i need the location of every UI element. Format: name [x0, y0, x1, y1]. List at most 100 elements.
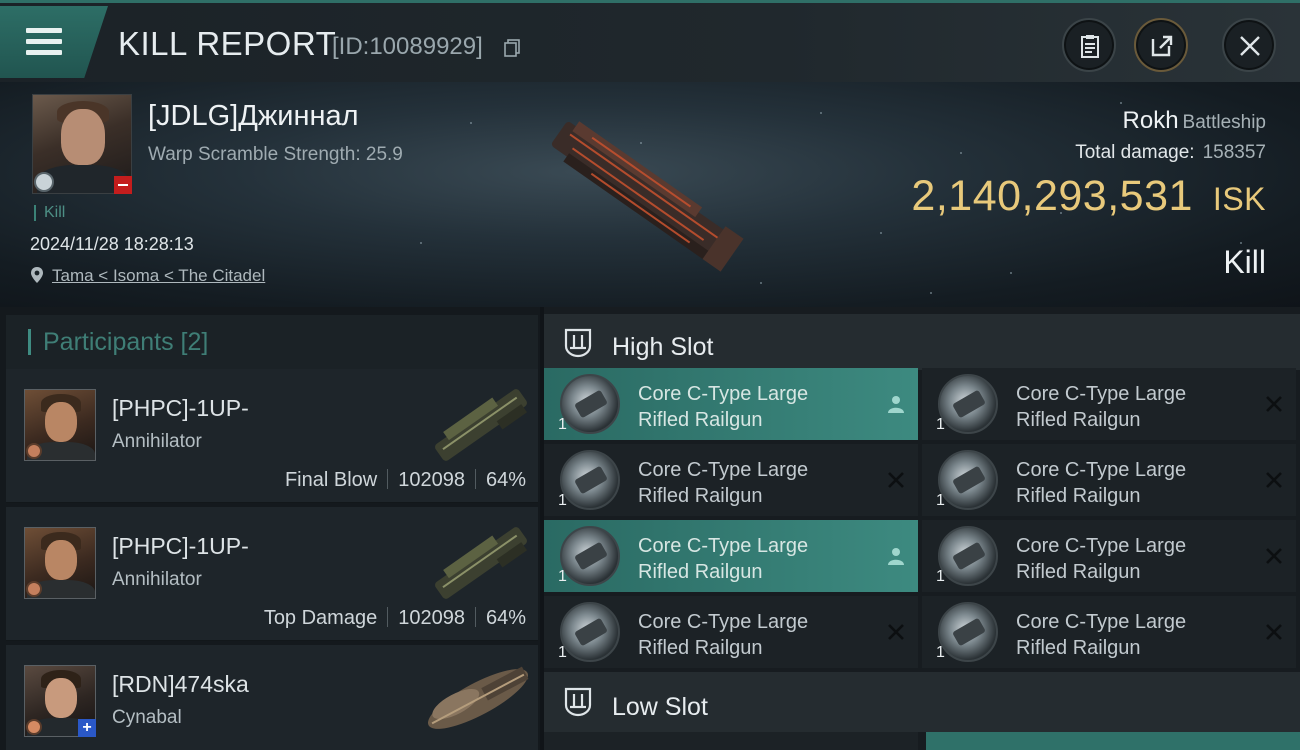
- high-slot-header[interactable]: High Slot: [544, 314, 1300, 370]
- railgun-icon: [560, 450, 620, 510]
- module-quantity: 1: [558, 492, 567, 509]
- total-damage-value: 158357: [1202, 142, 1266, 163]
- module-quantity: 1: [936, 492, 945, 509]
- share-button[interactable]: [1134, 18, 1188, 72]
- close-button[interactable]: [1222, 18, 1276, 72]
- hamburger-icon-bar: [26, 50, 62, 55]
- low-slot-header[interactable]: Low Slot: [544, 672, 1300, 732]
- victim-banner: [JDLG]Джиннал Warp Scramble Strength: 25…: [0, 82, 1300, 307]
- victim-ship[interactable]: Rokh Battleship: [1123, 107, 1266, 135]
- low-slot-label: Low Slot: [612, 693, 708, 721]
- module-name-line2: Rifled Railgun: [638, 561, 763, 583]
- participant-name: [PHPC]-1UP-: [112, 533, 249, 559]
- kill-tag: Kill: [34, 205, 65, 221]
- destroyed-x-icon: [1266, 396, 1282, 412]
- kill-location[interactable]: Tama < Isoma < The Citadel: [30, 266, 265, 286]
- module-name-line1: Core C-Type Large: [1016, 459, 1187, 481]
- participant-ship: Annihilator: [112, 569, 202, 590]
- participant-card[interactable]: + [RDN]474ska Cynabal: [6, 645, 538, 750]
- module-name-line2: Rifled Railgun: [638, 485, 763, 507]
- railgun-icon: [560, 526, 620, 586]
- share-icon: [1151, 35, 1173, 57]
- participant-ship-image: [435, 527, 528, 599]
- module-name-line2: Rifled Railgun: [1016, 485, 1141, 507]
- plus-badge-icon: +: [78, 719, 96, 737]
- low-slot-module-partial[interactable]: [544, 732, 918, 750]
- module-name-line1: Core C-Type Large: [1016, 383, 1187, 405]
- module-name-line1: Core C-Type Large: [638, 459, 809, 481]
- dropped-person-icon: [888, 396, 904, 413]
- module-quantity: 1: [558, 568, 567, 585]
- menu-button[interactable]: [0, 6, 108, 78]
- portrait-face: [61, 109, 105, 165]
- isk-value: 2,140,293,531 ISK: [911, 172, 1266, 221]
- high-slot-label: High Slot: [612, 333, 714, 361]
- total-damage: Total damage: 158357: [1075, 142, 1266, 164]
- module-slot[interactable]: 1 Core C-Type Large Rifled Railgun: [922, 368, 1296, 440]
- hamburger-icon: [26, 28, 62, 33]
- module-slot[interactable]: 1 Core C-Type Large Rifled Railgun: [922, 520, 1296, 592]
- participant-stats: Final Blow 102098 64%: [285, 469, 526, 492]
- victim-name[interactable]: [JDLG]Джиннал: [148, 100, 359, 133]
- module-slot[interactable]: 1 Core C-Type Large Rifled Railgun: [544, 520, 918, 592]
- module-name: Core C-Type Large Rifled Railgun: [638, 381, 808, 433]
- location-pin-icon: [31, 267, 43, 283]
- module-name-line2: Rifled Railgun: [638, 409, 763, 431]
- destroyed-x-icon: [888, 624, 904, 640]
- module-slot[interactable]: 1 Core C-Type Large Rifled Railgun: [544, 368, 918, 440]
- victim-ship-image: [551, 121, 744, 272]
- module-name-line1: Core C-Type Large: [638, 383, 809, 405]
- low-slot-module-partial[interactable]: [926, 732, 1300, 750]
- clipboard-button[interactable]: [1062, 18, 1116, 72]
- high-slot-icon: [564, 328, 592, 358]
- corp-logo-icon: [34, 172, 54, 192]
- participant-ship-image: [427, 666, 529, 729]
- module-slot[interactable]: 1 Core C-Type Large Rifled Railgun: [922, 596, 1296, 668]
- corp-logo-icon: [26, 719, 42, 735]
- module-name-line2: Rifled Railgun: [638, 637, 763, 659]
- module-name: Core C-Type Large Rifled Railgun: [638, 457, 808, 509]
- result-label: Kill: [1223, 244, 1266, 280]
- participant-percent: 64%: [485, 469, 526, 491]
- hostile-status-icon: [114, 176, 132, 194]
- fitting-panel: High Slot 1 Core C-Type Large Rifled Railg…: [544, 307, 1300, 750]
- module-name-line1: Core C-Type Large: [1016, 535, 1187, 557]
- participant-role: Top Damage: [263, 607, 378, 629]
- ship-name: Rokh: [1122, 107, 1179, 134]
- destroyed-x-icon: [888, 472, 904, 488]
- participants-panel: Participants [2] [PHPC]-1UP- Annihilator…: [0, 307, 540, 750]
- participant-stats: Top Damage 102098 64%: [264, 607, 526, 630]
- kill-datetime: 2024/11/28 18:28:13: [30, 234, 194, 254]
- module-name: Core C-Type Large Rifled Railgun: [1016, 457, 1186, 509]
- isk-amount: 2,140,293,531: [911, 172, 1193, 220]
- module-slot[interactable]: 1 Core C-Type Large Rifled Railgun: [544, 444, 918, 516]
- low-slot-icon: [564, 687, 592, 717]
- participant-damage: 102098: [398, 469, 465, 491]
- participant-role: Final Blow: [284, 469, 378, 491]
- corp-logo-icon: [26, 581, 42, 597]
- total-damage-label: Total damage:: [1075, 142, 1195, 163]
- location-link[interactable]: Tama < Isoma < The Citadel: [52, 266, 265, 285]
- participants-header[interactable]: Participants [2]: [6, 315, 538, 371]
- module-name-line1: Core C-Type Large: [638, 611, 809, 633]
- participant-percent: 64%: [485, 607, 526, 629]
- copy-icon[interactable]: [504, 39, 520, 57]
- dropped-person-icon: [888, 548, 904, 565]
- participant-card[interactable]: [PHPC]-1UP- Annihilator Final Blow 102098…: [6, 369, 538, 503]
- railgun-icon: [938, 450, 998, 510]
- module-slot[interactable]: 1 Core C-Type Large Rifled Railgun: [922, 444, 1296, 516]
- module-name: Core C-Type Large Rifled Railgun: [638, 533, 808, 585]
- railgun-icon: [938, 526, 998, 586]
- module-quantity: 1: [558, 644, 567, 661]
- participant-card[interactable]: [PHPC]-1UP- Annihilator Top Damage 102098…: [6, 507, 538, 641]
- module-name-line2: Rifled Railgun: [1016, 561, 1141, 583]
- module-name-line2: Rifled Railgun: [1016, 409, 1141, 431]
- participant-ship-image: [435, 389, 528, 461]
- page-title: KILL REPORT: [118, 25, 337, 62]
- participants-title: Participants [2]: [28, 329, 208, 355]
- module-slot[interactable]: 1 Core C-Type Large Rifled Railgun: [544, 596, 918, 668]
- participant-name: [RDN]474ska: [112, 671, 249, 697]
- ship-class: Battleship: [1182, 112, 1266, 133]
- module-quantity: 1: [936, 644, 945, 661]
- module-name: Core C-Type Large Rifled Railgun: [638, 609, 808, 661]
